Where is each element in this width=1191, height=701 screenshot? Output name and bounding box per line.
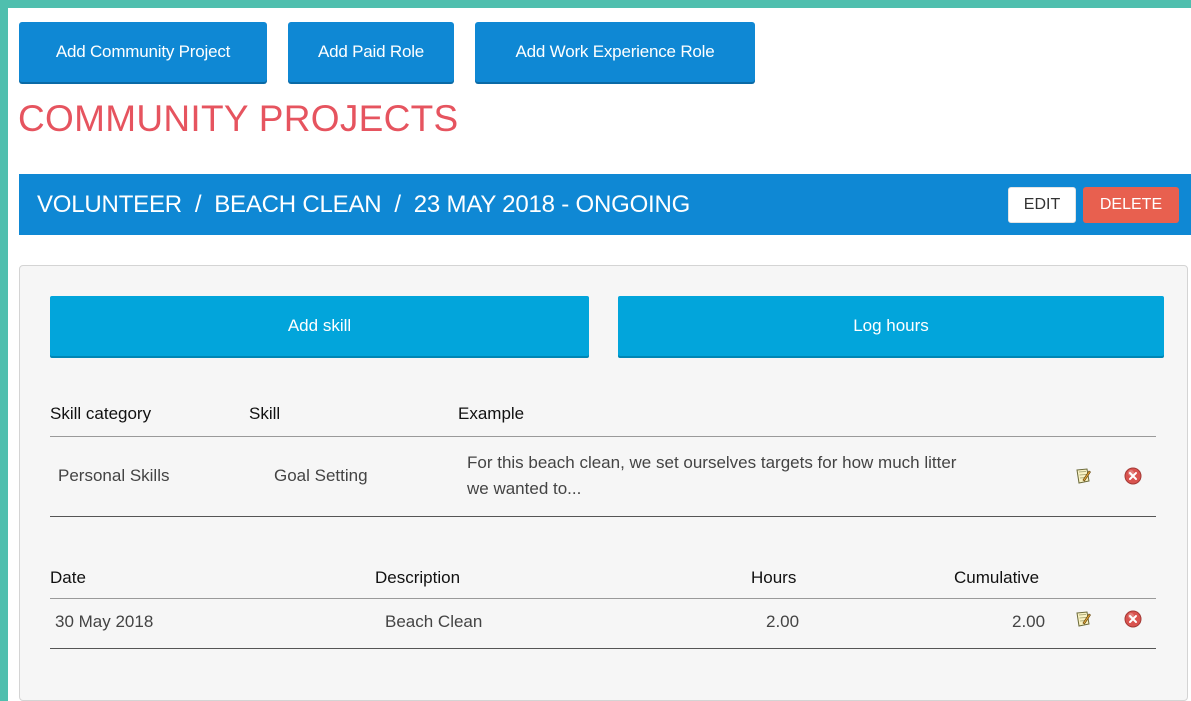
delete-circle-icon[interactable] [1124, 467, 1142, 485]
header-example: Example [458, 404, 525, 423]
skills-row-divider [50, 516, 1156, 517]
hours-row-divider [50, 648, 1156, 649]
header-cumulative: Cumulative [954, 568, 1040, 587]
project-banner: VOLUNTEER / BEACH CLEAN / 23 MAY 2018 - … [19, 174, 1191, 235]
edit-project-button[interactable]: EDIT [1008, 187, 1076, 223]
add-paid-role-button[interactable]: Add Paid Role [288, 22, 454, 82]
edit-note-icon[interactable] [1074, 467, 1092, 485]
example-cell-line1: For this beach clean, we set ourselves t… [467, 453, 957, 472]
description-cell: Beach Clean [385, 612, 483, 631]
example-cell-line2: we wanted to... [467, 479, 582, 498]
project-heading: VOLUNTEER / BEACH CLEAN / 23 MAY 2018 - … [37, 191, 691, 218]
hours-header-divider [50, 598, 1156, 599]
add-work-experience-role-button[interactable]: Add Work Experience Role [475, 22, 755, 82]
header-description: Description [375, 568, 461, 587]
delete-circle-icon[interactable] [1124, 610, 1142, 628]
header-skill-category: Skill category [50, 404, 152, 423]
header-hours: Hours [751, 568, 797, 587]
skills-header-divider [50, 436, 1156, 437]
project-card: Add skill Log hours Skill category Skill… [19, 265, 1188, 701]
add-skill-button[interactable]: Add skill [50, 296, 589, 356]
skill-cell: Goal Setting [274, 466, 368, 485]
skill-category-cell: Personal Skills [58, 466, 170, 485]
date-cell: 30 May 2018 [55, 612, 154, 631]
header-date: Date [50, 568, 86, 587]
section-title: COMMUNITY PROJECTS [18, 98, 459, 139]
delete-project-button[interactable]: DELETE [1083, 187, 1179, 223]
page: Add Community Project Add Paid Role Add … [8, 8, 1191, 701]
cumulative-cell: 2.00 [1012, 612, 1046, 631]
header-skill: Skill [249, 404, 281, 423]
log-hours-button[interactable]: Log hours [618, 296, 1164, 356]
hours-cell: 2.00 [766, 612, 800, 631]
edit-note-icon[interactable] [1074, 610, 1092, 628]
add-community-project-button[interactable]: Add Community Project [19, 22, 267, 82]
